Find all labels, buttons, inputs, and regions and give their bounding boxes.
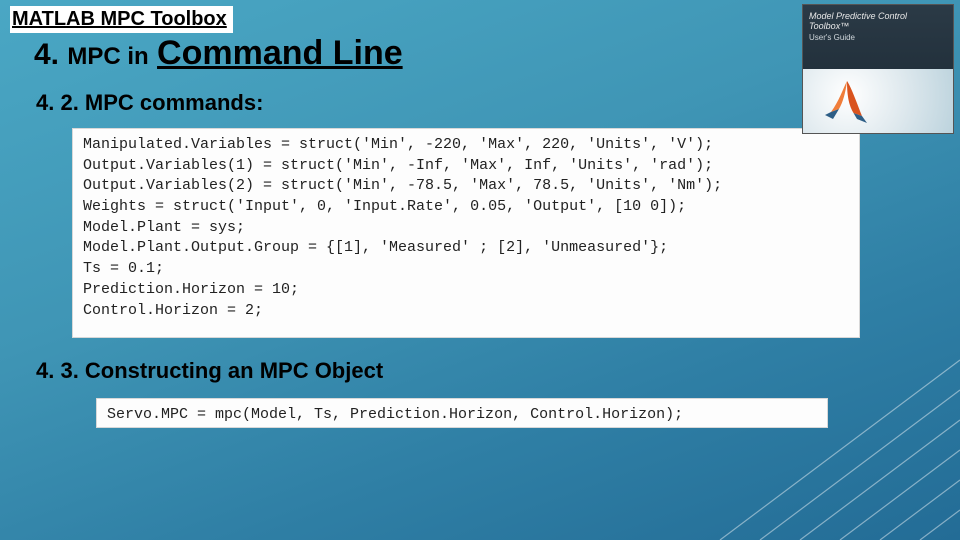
code-block-construct: Servo.MPC = mpc(Model, Ts, Prediction.Ho… xyxy=(96,398,828,428)
section-small: MPC in xyxy=(67,43,148,70)
code-block-commands: Manipulated.Variables = struct('Min', -2… xyxy=(72,128,860,338)
corner-decoration xyxy=(680,320,960,540)
subsection-4-3: 4. 3. Constructing an MPC Object xyxy=(36,358,383,384)
breadcrumb: MATLAB MPC Toolbox xyxy=(10,6,233,33)
section-title: 4. MPC in Command Line xyxy=(34,34,403,73)
slide: MATLAB MPC Toolbox 4. MPC in Command Lin… xyxy=(0,0,960,540)
matlab-logo-icon xyxy=(819,77,875,127)
section-big: Command Line xyxy=(157,34,403,72)
book-title: Model Predictive Control Toolbox™ xyxy=(803,5,953,31)
book-subtitle: User's Guide xyxy=(803,31,953,42)
subsection-4-2: 4. 2. MPC commands: xyxy=(36,90,263,116)
book-logo-area xyxy=(803,69,953,133)
book-cover: Model Predictive Control Toolbox™ User's… xyxy=(802,4,954,134)
section-number: 4. xyxy=(34,38,59,71)
